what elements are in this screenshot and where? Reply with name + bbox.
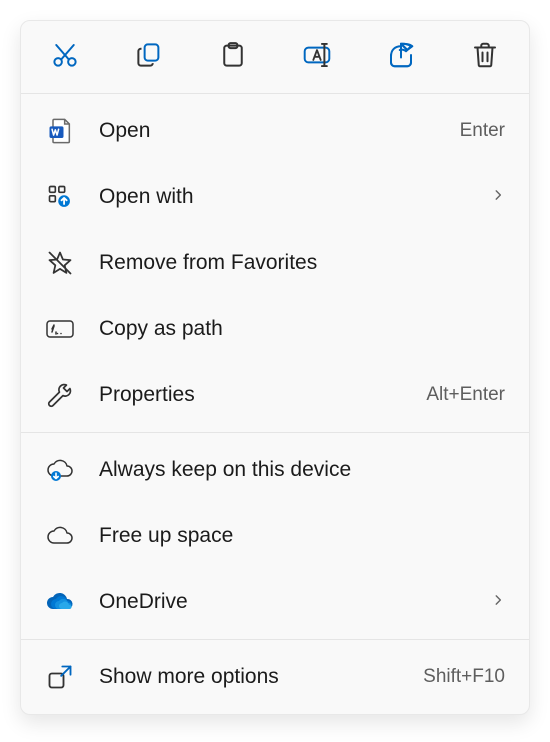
- share-icon: [386, 40, 416, 75]
- rename-button[interactable]: [295, 35, 339, 79]
- onedrive-icon: [45, 587, 75, 617]
- cut-button[interactable]: [43, 35, 87, 79]
- menu-item-always-keep[interactable]: Always keep on this device: [21, 437, 529, 503]
- menu-section: Always keep on this device Free up space…: [21, 433, 529, 639]
- wrench-icon: [45, 380, 75, 410]
- menu-label: Remove from Favorites: [99, 251, 505, 275]
- menu-shortcut: Alt+Enter: [426, 384, 505, 406]
- share-button[interactable]: [379, 35, 423, 79]
- show-more-icon: [45, 662, 75, 692]
- menu-item-remove-favorites[interactable]: Remove from Favorites: [21, 230, 529, 296]
- menu-label: Copy as path: [99, 317, 505, 341]
- menu-item-open-with[interactable]: Open with: [21, 164, 529, 230]
- menu-label: Free up space: [99, 524, 505, 548]
- menu-item-show-more[interactable]: Show more options Shift+F10: [21, 644, 529, 710]
- unstar-icon: [45, 248, 75, 278]
- menu-item-free-up-space[interactable]: Free up space: [21, 503, 529, 569]
- cloud-icon: [45, 521, 75, 551]
- copy-icon: [134, 40, 164, 75]
- cloud-download-icon: [45, 455, 75, 485]
- menu-item-onedrive[interactable]: OneDrive: [21, 569, 529, 635]
- menu-label: Always keep on this device: [99, 458, 505, 482]
- clipboard-icon: [218, 40, 248, 75]
- menu-shortcut: Enter: [460, 120, 505, 142]
- menu-item-properties[interactable]: Properties Alt+Enter: [21, 362, 529, 428]
- menu-label: Properties: [99, 383, 418, 407]
- menu-section: Show more options Shift+F10: [21, 640, 529, 714]
- menu-label: Open with: [99, 185, 483, 209]
- word-document-icon: [45, 116, 75, 146]
- delete-button[interactable]: [463, 35, 507, 79]
- menu-section: Open Enter Open with: [21, 94, 529, 432]
- context-menu: Open Enter Open with: [20, 20, 530, 715]
- menu-label: Open: [99, 119, 452, 143]
- menu-shortcut: Shift+F10: [423, 666, 505, 688]
- menu-label: Show more options: [99, 665, 415, 689]
- rename-icon: [301, 40, 333, 75]
- copy-path-icon: [45, 314, 75, 344]
- chevron-right-icon: [491, 591, 505, 613]
- paste-button[interactable]: [211, 35, 255, 79]
- trash-icon: [470, 40, 500, 75]
- scissors-icon: [50, 40, 80, 75]
- menu-label: OneDrive: [99, 590, 483, 614]
- menu-item-open[interactable]: Open Enter: [21, 98, 529, 164]
- toolbar: [21, 21, 529, 94]
- open-with-icon: [45, 182, 75, 212]
- menu-item-copy-as-path[interactable]: Copy as path: [21, 296, 529, 362]
- copy-button[interactable]: [127, 35, 171, 79]
- chevron-right-icon: [491, 186, 505, 208]
